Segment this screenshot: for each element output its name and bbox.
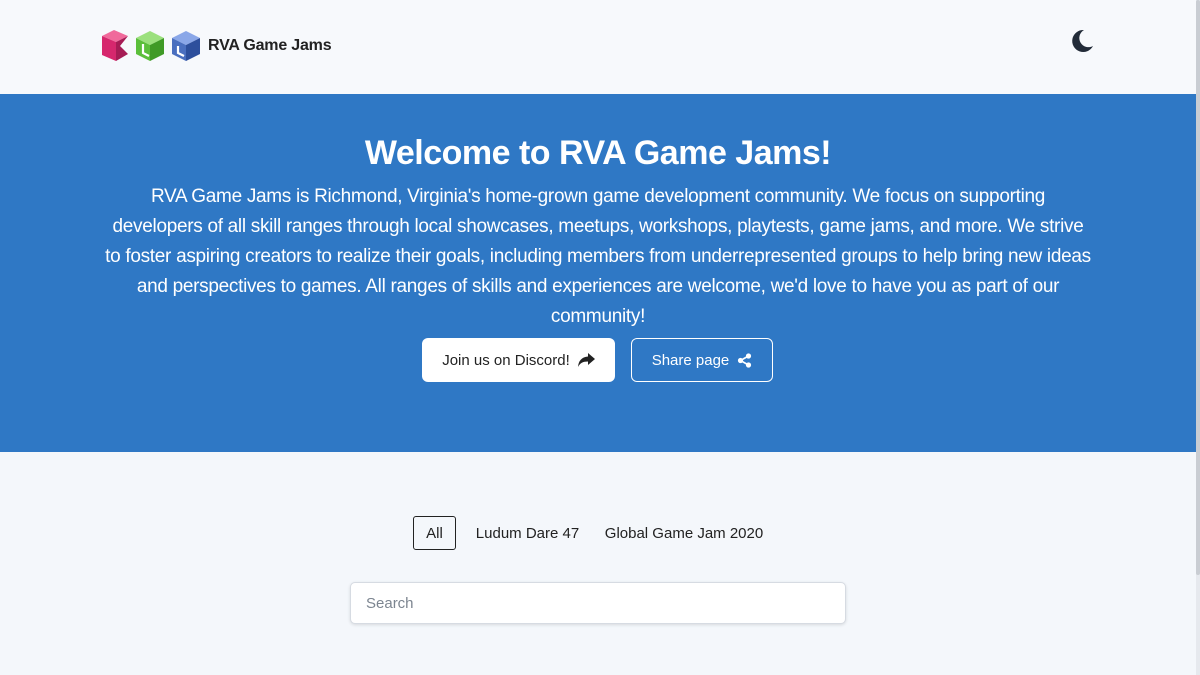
share-page-label: Share page — [651, 351, 730, 369]
filter-global-game-jam-2020-tab[interactable]: Global Game Jam 2020 — [600, 516, 768, 550]
join-discord-label: Join us on Discord! — [442, 351, 570, 369]
filter-all-tab[interactable]: All — [413, 516, 456, 550]
share-arrow-icon — [577, 353, 595, 367]
brand-name: RVA Game Jams — [208, 37, 332, 54]
hero-section: Welcome to RVA Game Jams! RVA Game Jams … — [0, 94, 1196, 452]
brand-link[interactable]: RVA Game Jams — [100, 28, 332, 64]
share-nodes-icon — [737, 352, 752, 368]
join-discord-button[interactable]: Join us on Discord! — [422, 338, 615, 382]
jam-filter-tabs: All Ludum Dare 47 Global Game Jam 2020 — [0, 516, 1196, 550]
hero-title: Welcome to RVA Game Jams! — [364, 134, 832, 172]
filter-ludum-dare-47-tab[interactable]: Ludum Dare 47 — [470, 516, 585, 550]
navbar: RVA Game Jams — [0, 0, 1200, 94]
scrollbar-thumb[interactable] — [1196, 0, 1200, 575]
rgj-logo — [102, 30, 200, 61]
search-input[interactable] — [350, 582, 846, 624]
moon-icon[interactable] — [1066, 26, 1096, 56]
hero-description: RVA Game Jams is Richmond, Virginia's ho… — [105, 186, 1091, 327]
share-page-button[interactable]: Share page — [631, 338, 773, 382]
